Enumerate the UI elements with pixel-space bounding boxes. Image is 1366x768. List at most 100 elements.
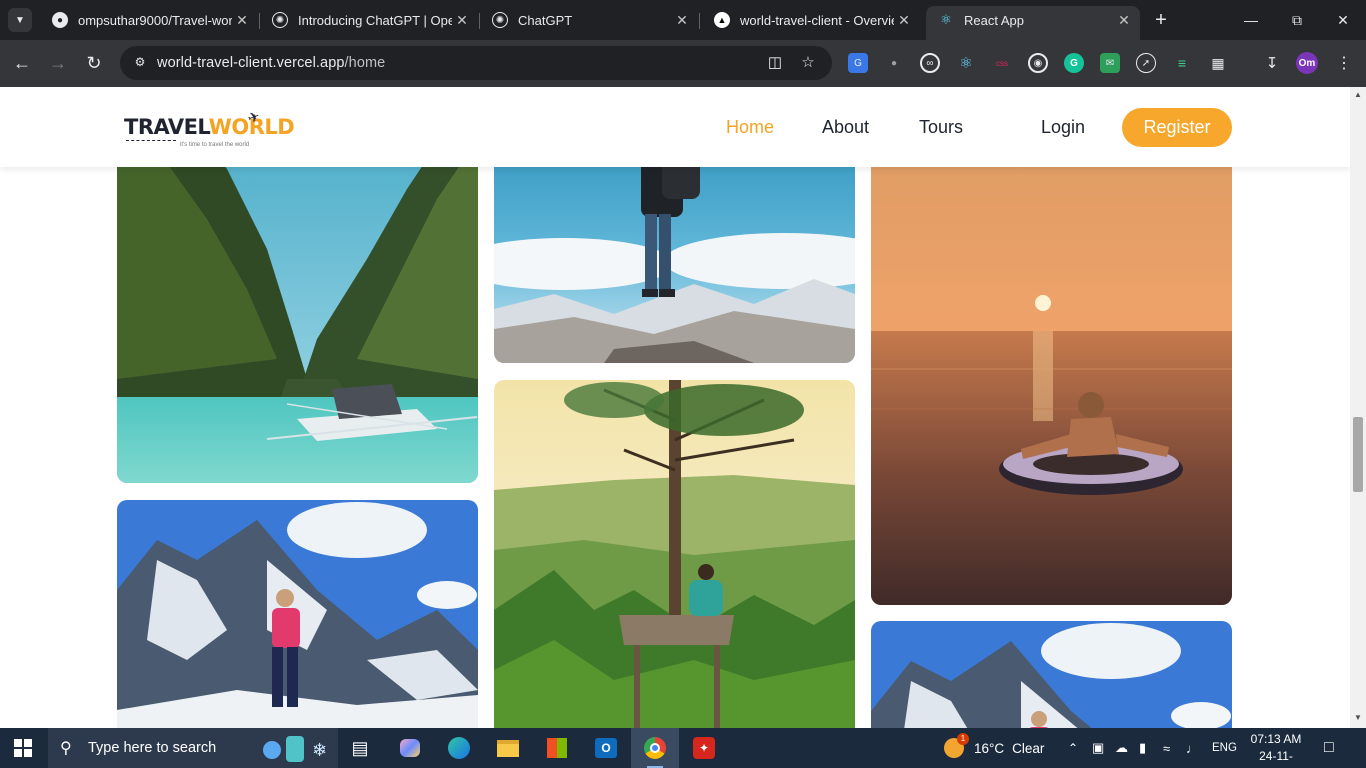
tab-title: world-travel-client - Overview [740, 12, 894, 28]
gallery-photo-climber [117, 500, 478, 728]
notification-center-icon[interactable]: □ [1324, 728, 1334, 768]
forward-arrow-icon[interactable]: → [46, 51, 70, 75]
nav-tours-link[interactable]: Tours [919, 117, 963, 138]
show-hidden-icons-chevron-icon[interactable]: ⌃ [1068, 728, 1078, 768]
tab-search-chevron-icon[interactable]: ▼ [8, 8, 32, 32]
bookmark-star-icon[interactable]: ☆ [798, 53, 818, 73]
site-settings-icon[interactable]: ⚙ [132, 55, 148, 71]
close-icon[interactable]: ✕ [894, 12, 914, 29]
extension-loop-icon[interactable]: ∞ [920, 53, 940, 73]
address-bar[interactable]: ⚙ world-travel-client.vercel.app/home ◫ … [120, 46, 832, 80]
weather-moon-icon: 1 [944, 733, 969, 758]
volume-icon[interactable]: ♩ [1186, 728, 1199, 768]
compass-icon[interactable]: ➚ [1136, 53, 1156, 73]
site-header: TRAVELWORLD ✈ it's time to travel the wo… [0, 87, 1350, 167]
outlook-icon[interactable]: O [582, 728, 630, 768]
acrobat-reader-icon[interactable]: ✦ [680, 728, 728, 768]
gallery-photo-climber-2 [871, 621, 1232, 728]
weather-widget[interactable]: 1 16°C Clear [944, 728, 1044, 768]
tab-title: ompsuthar9000/Travel-world [78, 12, 232, 28]
close-icon[interactable]: ✕ [232, 12, 252, 29]
url-text[interactable]: world-travel-client.vercel.app/home [157, 55, 385, 71]
vercel-icon: ▲ [714, 12, 730, 28]
browser-tab-github[interactable]: ● ompsuthar9000/Travel-world ✕ [40, 6, 258, 34]
browser-tab-vercel[interactable]: ▲ world-travel-client - Overview ✕ [702, 6, 920, 34]
onedrive-icon[interactable]: ☁ [1115, 728, 1128, 768]
css-extension-icon[interactable]: css [992, 53, 1012, 73]
travel-world-logo[interactable]: TRAVELWORLD ✈ it's time to travel the wo… [124, 108, 295, 151]
nav-about-link[interactable]: About [822, 117, 869, 138]
edge-browser-icon[interactable] [435, 728, 483, 768]
new-tab-button[interactable]: + [1150, 9, 1172, 31]
register-button[interactable]: Register [1122, 108, 1232, 147]
search-highlight-illustration: ❄ [263, 736, 327, 762]
file-explorer-icon[interactable] [484, 728, 532, 768]
windows-taskbar: ⚲ Type here to search ❄ ▤ O ✦ 1 16°C Cle… [0, 728, 1366, 768]
download-icon[interactable]: ↧ [1262, 53, 1282, 73]
tab-title: ChatGPT [518, 12, 573, 28]
clock-time: 07:13 AM [1250, 732, 1302, 746]
search-icon: ⚲ [60, 740, 72, 757]
install-app-icon[interactable]: ◫ [765, 53, 785, 73]
browser-tab-bar: ▼ ● ompsuthar9000/Travel-world ✕ ✺ Intro… [0, 0, 1366, 40]
page-viewport: TRAVELWORLD ✈ it's time to travel the wo… [0, 87, 1350, 728]
taskbar-search-box[interactable]: ⚲ Type here to search ❄ [48, 728, 338, 768]
browser-menu-icon[interactable]: ⋮ [1334, 53, 1354, 73]
extensions-puzzle-icon[interactable]: ▦ [1208, 53, 1228, 73]
framer-icon[interactable]: ≡ [1172, 53, 1192, 73]
github-icon: ● [52, 12, 68, 28]
task-view-icon[interactable]: ▤ [336, 728, 384, 768]
close-icon[interactable]: ✕ [452, 12, 472, 29]
react-devtools-icon[interactable]: ⚛ [956, 53, 976, 73]
battery-icon[interactable]: ▮ [1139, 728, 1146, 768]
logo-flight-path [126, 140, 176, 141]
gallery-photo-treehouse [494, 380, 855, 728]
copilot-icon[interactable] [386, 728, 434, 768]
weather-description: Clear [1012, 740, 1045, 756]
browser-tab-react-app[interactable]: ⚛ React App ✕ [926, 6, 1140, 40]
profile-avatar[interactable]: Om [1296, 52, 1318, 74]
logo-tagline: it's time to travel the world [180, 142, 250, 148]
grammarly-icon[interactable]: G [1064, 53, 1084, 73]
page-scrollbar[interactable]: ▲ ▼ [1350, 87, 1366, 728]
tab-divider [699, 13, 700, 29]
reload-icon[interactable]: ↻ [82, 51, 106, 75]
treehouse-valley-image [494, 380, 855, 728]
weather-temperature: 16°C [974, 740, 1005, 756]
language-indicator[interactable]: ENG [1212, 728, 1237, 768]
react-icon: ⚛ [940, 12, 952, 27]
browser-tab-openai[interactable]: ✺ Introducing ChatGPT | OpenAI ✕ [260, 6, 478, 34]
window-close-icon[interactable]: ✕ [1320, 0, 1366, 40]
scroll-up-arrow-icon[interactable]: ▲ [1354, 91, 1362, 99]
microsoft-store-icon[interactable] [533, 728, 581, 768]
taskbar-clock[interactable]: 07:13 AM 24-11-2024 [1250, 731, 1302, 768]
tab-title: Introducing ChatGPT | OpenAI [298, 12, 452, 28]
scroll-down-arrow-icon[interactable]: ▼ [1354, 714, 1362, 722]
restore-icon[interactable]: ⧉ [1274, 0, 1320, 40]
chrome-icon[interactable] [631, 728, 679, 768]
google-translate-icon[interactable]: G [848, 53, 868, 73]
browser-toolbar: ← → ↻ ⚙ world-travel-client.vercel.app/h… [0, 40, 1366, 87]
close-icon[interactable]: ✕ [1114, 12, 1134, 29]
taskbar-search-placeholder: Type here to search [88, 740, 217, 756]
clock-date: 24-11-2024 [1259, 749, 1293, 768]
record-icon[interactable]: ◉ [1028, 53, 1048, 73]
svg-text:❄: ❄ [312, 740, 327, 761]
logo-wordmark: TRAVELWORLD [124, 115, 295, 139]
login-link[interactable]: Login [1041, 117, 1085, 138]
openai-icon: ✺ [492, 12, 508, 28]
meet-now-icon[interactable]: ▣ [1092, 728, 1104, 768]
nav-home-link[interactable]: Home [726, 117, 774, 138]
minimize-icon[interactable]: — [1228, 0, 1274, 40]
back-arrow-icon[interactable]: ← [10, 51, 34, 75]
mail-extension-icon[interactable]: ✉ [1100, 53, 1120, 73]
scrollbar-thumb[interactable] [1353, 417, 1363, 492]
openai-icon: ✺ [272, 12, 288, 28]
windows-start-icon[interactable] [14, 739, 32, 757]
tab-title: React App [964, 12, 1024, 28]
browser-tab-chatgpt[interactable]: ✺ ChatGPT ✕ [480, 6, 698, 34]
wifi-icon[interactable]: ≈ [1163, 728, 1170, 768]
close-icon[interactable]: ✕ [672, 12, 692, 29]
mountain-climber-image [117, 500, 478, 728]
extension-pin-icon[interactable]: ● [884, 53, 904, 73]
